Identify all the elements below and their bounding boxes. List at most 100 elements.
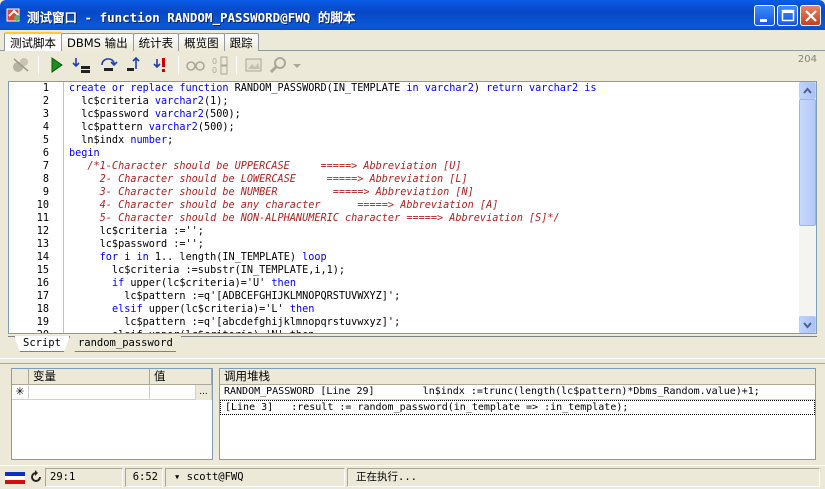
flag-icon [5,472,25,484]
step-over-icon[interactable] [98,55,120,75]
tab-script[interactable]: Script [14,336,70,352]
variable-value-cell[interactable] [150,385,196,400]
minimize-button[interactable] [754,5,775,26]
code-editor[interactable]: 1234567891011121314151617181920 create o… [8,81,817,334]
code-comment: 3- Character should be NUMBER =====> Abb… [69,187,474,198]
code-text: lc$criteria :=substr(IN_TEMPLATE,i,1); [69,265,346,276]
code-line[interactable]: lc$password :=''; [69,238,799,251]
refresh-icon[interactable] [29,470,43,484]
code-area[interactable]: create or replace function RANDOM_PASSWO… [69,82,799,333]
line-number: 19 [36,317,49,328]
status-bar: 29:1 6:52 ▾ scott@FWQ 正在执行... [0,465,825,489]
code-line[interactable]: lc$criteria :=substr(IN_TEMPLATE,i,1); [69,264,799,277]
code-text: i [118,252,137,263]
line-number: 11 [36,213,49,224]
scroll-up-button[interactable] [799,82,816,99]
code-text: ) [473,83,487,94]
line-number: 5 [42,135,49,146]
code-text: (500); [197,122,235,133]
tab-overview[interactable]: 概览图 [178,33,225,51]
execute-icon[interactable] [46,55,68,75]
tab-random-password[interactable]: random_password [69,336,182,352]
code-text: lc$pattern :=q'[abcdefghijklmnopqrstuvwx… [69,317,401,328]
code-text: 1.. length(IN_TEMPLATE) [148,252,303,263]
code-comment: 2- Character should be LOWERCASE =====> … [69,174,468,185]
code-line[interactable]: for i in 1.. length(IN_TEMPLATE) loop [69,251,799,264]
variables-grid[interactable]: 变量 值 ✳ ... [11,368,213,460]
close-button[interactable] [800,5,821,26]
variable-name-cell[interactable] [29,385,150,400]
code-line[interactable]: elsif upper(lc$criteria)='L' then [69,303,799,316]
code-keyword: then [271,278,296,289]
debug-icon[interactable] [10,55,32,75]
code-line[interactable]: 3- Character should be NUMBER =====> Abb… [69,186,799,199]
chevron-down-icon [803,322,812,329]
code-line[interactable]: lc$pattern :=q'[abcdefghijklmnopqrstuvwx… [69,316,799,329]
code-line[interactable]: /*1-Character should be UPPERCASE =====>… [69,160,799,173]
scroll-down-button[interactable] [799,316,816,333]
code-keyword: for [99,252,119,263]
code-line[interactable]: lc$pattern :=q'[ADBCEFGHIJKLMNOPQRSTUVWX… [69,290,799,303]
breakpoint-icon[interactable]: 0 0 [210,55,232,75]
call-stack-row[interactable]: [Line 3] :result := random_password(in_t… [220,400,815,415]
code-text: (500); [203,109,241,120]
minimize-icon [760,19,767,22]
code-keyword: in [136,252,149,263]
code-line[interactable]: ln$indx number; [69,134,799,147]
code-line[interactable]: 5- Character should be NON-ALPHANUMERIC … [69,212,799,225]
run-to-exception-icon[interactable] [151,55,173,75]
maximize-button[interactable] [777,5,798,26]
maximize-icon [781,9,795,22]
code-text: ln$indx [69,135,131,146]
code-keyword: return varchar2 is [486,83,597,94]
call-stack-row[interactable]: RANDOM_PASSWORD [Line 29] ln$indx :=trun… [220,385,815,400]
code-line[interactable]: if upper(lc$criteria)='U' then [69,277,799,290]
header-corner [12,369,29,385]
tab-statistics[interactable]: 统计表 [132,33,180,51]
code-keyword: varchar2 [154,109,204,120]
code-keyword: number [130,135,168,146]
window-title: 测试窗口 - function RANDOM_PASSWORD@FWQ 的脚本 [27,10,356,25]
tab-trace[interactable]: 跟踪 [223,33,259,51]
code-line[interactable]: lc$pattern varchar2(500); [69,121,799,134]
value-column-header[interactable]: 值 [150,369,212,385]
value-ellipsis-button[interactable]: ... [196,385,212,400]
chevron-down-icon: ▾ [174,471,181,483]
code-line[interactable]: lc$criteria :=''; [69,225,799,238]
line-number: 3 [42,109,49,120]
vertical-scrollbar[interactable] [799,82,816,333]
tab-dbms-output[interactable]: DBMS 输出 [61,33,134,51]
line-number: 16 [36,278,49,289]
variables-header: 变量 值 [12,369,212,385]
step-into-icon[interactable] [71,55,93,75]
code-line[interactable]: begin [69,147,799,160]
scroll-thumb[interactable] [799,99,816,226]
code-line[interactable]: elsif upper(lc$criteria)='N' then [69,329,799,333]
code-keyword: varchar2 [148,122,198,133]
code-comment: 5- Character should be NON-ALPHANUMERIC … [69,213,560,224]
pane-splitter[interactable] [0,358,825,364]
image-icon[interactable] [243,55,265,75]
line-counter: 204 [797,54,817,65]
line-number: 13 [36,239,49,250]
title-bar: 测试窗口 - function RANDOM_PASSWORD@FWQ 的脚本 [0,0,825,30]
search-icon[interactable] [268,55,290,75]
code-line[interactable]: lc$criteria varchar2(1); [69,95,799,108]
code-line[interactable]: 4- Character should be any character ===… [69,199,799,212]
connection-selector[interactable]: ▾ scott@FWQ [165,468,345,487]
toolbar-separator [236,56,237,74]
connection-label: scott@FWQ [186,471,244,483]
add-watch-icon[interactable] [185,55,207,75]
tab-test-script[interactable]: 测试脚本 [4,32,62,51]
dropdown-icon[interactable] [291,55,303,75]
call-stack-panel[interactable]: 调用堆栈 RANDOM_PASSWORD [Line 29] ln$indx :… [219,368,816,460]
new-variable-row[interactable]: ✳ ... [12,385,212,400]
code-line[interactable]: 2- Character should be LOWERCASE =====> … [69,173,799,186]
variable-column-header[interactable]: 变量 [29,369,150,385]
line-number: 6 [42,148,49,159]
line-number: 1 [42,83,49,94]
svg-text:0: 0 [212,57,217,66]
code-line[interactable]: lc$password varchar2(500); [69,108,799,121]
step-out-icon[interactable] [125,55,147,75]
code-line[interactable]: create or replace function RANDOM_PASSWO… [69,82,799,95]
